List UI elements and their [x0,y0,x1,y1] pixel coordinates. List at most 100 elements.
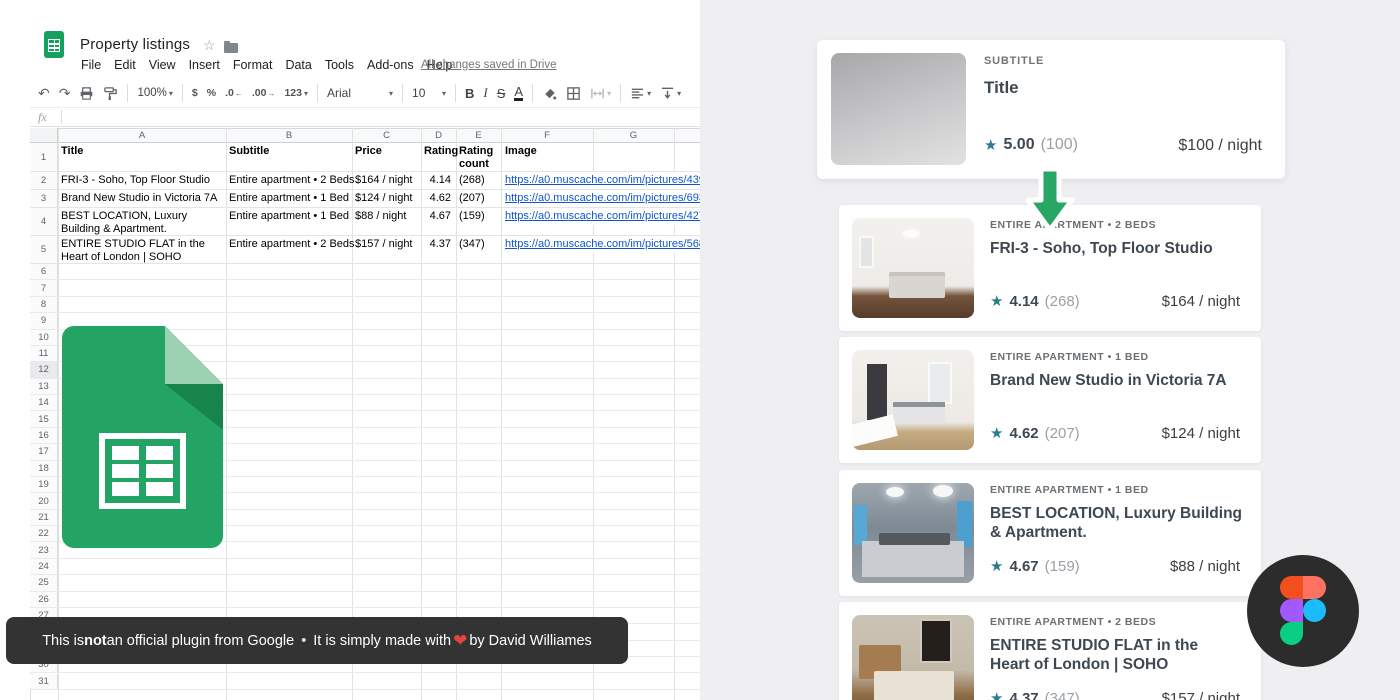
row-header[interactable]: 23 [30,542,58,558]
cell-title[interactable]: BEST LOCATION, Luxury Building & Apartme… [58,208,226,238]
listing-card[interactable]: ENTIRE APARTMENT • 1 BED Brand New Studi… [839,337,1261,463]
row-header[interactable]: 25 [30,575,58,591]
listing-card[interactable]: ENTIRE APARTMENT • 2 BEDS ENTIRE STUDIO … [839,602,1261,700]
cell-rating-header[interactable]: Rating [421,143,458,160]
row-header[interactable]: 12 [30,362,58,378]
row-header[interactable]: 7 [30,280,58,296]
menu-edit[interactable]: Edit [114,58,136,72]
menu-addons[interactable]: Add-ons [367,58,414,72]
menu-tools[interactable]: Tools [325,58,354,72]
cell-price[interactable]: $157 / night [352,236,421,253]
col-header-b[interactable]: B [226,129,352,143]
cell-price[interactable]: $88 / night [352,208,421,225]
text-color-button[interactable]: A [514,85,524,101]
col-header-g[interactable]: G [593,129,674,143]
row-header[interactable]: 18 [30,460,58,476]
cell-rating-count[interactable]: (347) [456,236,501,253]
borders-button[interactable] [566,86,581,101]
redo-button[interactable]: ↷ [59,85,71,102]
menu-insert[interactable]: Insert [189,58,220,72]
cell-rating[interactable]: 4.37 [421,236,454,253]
cell-image-header[interactable]: Image [502,143,594,160]
select-all-corner[interactable] [30,128,58,143]
row-header[interactable]: 4 [30,208,58,235]
cell-image-link[interactable]: https://a0.muscache.com/im/pictures/6934… [502,190,700,207]
row-header[interactable]: 31 [30,673,58,689]
row-header[interactable]: 9 [30,313,58,329]
format-currency-button[interactable]: $ [192,87,198,99]
cell-subtitle[interactable]: Entire apartment • 2 Beds [226,172,355,189]
col-header-c[interactable]: C [352,129,421,143]
doc-title[interactable]: Property listings [80,36,190,53]
row-header[interactable]: 1 [30,143,58,171]
cell-image-link[interactable]: https://a0.muscache.com/im/pictures/4274… [502,208,700,225]
row-header[interactable]: 8 [30,296,58,313]
folder-icon[interactable] [224,41,238,53]
cell-title-header[interactable]: Title [58,143,226,160]
cell-title[interactable]: ENTIRE STUDIO FLAT in the Heart of Londo… [58,236,226,266]
fill-color-button[interactable] [542,86,557,101]
cell-rating-count[interactable]: (207) [456,190,501,207]
listing-card[interactable]: ENTIRE APARTMENT • 1 BED BEST LOCATION, … [839,470,1261,596]
cell-subtitle[interactable]: Entire apartment • 1 Bed [226,208,352,225]
cell-subtitle-header[interactable]: Subtitle [226,143,352,160]
template-card[interactable]: SUBTITLE Title ★ 5.00 (100) $100 / night [817,40,1285,179]
cell-subtitle[interactable]: Entire apartment • 1 Bed [226,190,352,207]
undo-button[interactable]: ↶ [38,85,50,102]
row-header[interactable]: 11 [30,345,58,362]
row-header[interactable]: 14 [30,395,58,411]
cell-price[interactable]: $164 / night [352,172,421,189]
cell-rating[interactable]: 4.62 [421,190,454,207]
merge-cells-button[interactable]: ▾ [590,86,611,101]
formula-bar[interactable]: fx [30,107,700,127]
increase-decimal-button[interactable]: .00 → [252,87,276,99]
col-header-e[interactable]: E [456,129,501,143]
bold-button[interactable]: B [465,86,474,101]
row-header[interactable]: 3 [30,190,58,207]
cell-rating[interactable]: 4.14 [421,172,454,189]
cell-rating-count[interactable]: (268) [456,172,501,189]
cell-price-header[interactable]: Price [352,143,421,160]
row-header[interactable]: 19 [30,476,58,493]
cell-title[interactable]: FRI-3 - Soho, Top Floor Studio [58,172,226,189]
row-header[interactable]: 13 [30,378,58,395]
decrease-decimal-button[interactable]: .0 ← [225,87,243,99]
col-header-f[interactable]: F [501,129,593,143]
row-header[interactable]: 16 [30,427,58,444]
row-header[interactable]: 24 [30,558,58,575]
format-percent-button[interactable]: % [207,87,216,99]
vertical-align-button[interactable]: ▾ [660,86,681,101]
row-header[interactable]: 20 [30,493,58,509]
star-favorite-icon[interactable]: ☆ [203,37,216,54]
row-header[interactable]: 10 [30,329,58,345]
col-header-a[interactable]: A [58,129,226,143]
cell-image-link[interactable]: https://a0.muscache.com/im/pictures/4399… [502,172,700,189]
row-header[interactable]: 5 [30,236,58,263]
cell-rating-count-header[interactable]: Rating count [456,143,501,173]
italic-button[interactable]: I [483,85,487,101]
col-header-d[interactable]: D [421,129,456,143]
print-button[interactable] [79,86,94,101]
menu-format[interactable]: Format [233,58,273,72]
row-header[interactable]: 2 [30,172,58,189]
zoom-select[interactable]: 100% ▾ [137,87,172,99]
menu-view[interactable]: View [149,58,176,72]
row-header[interactable]: 6 [30,264,58,280]
number-format-menu[interactable]: 123 ▾ [284,87,308,99]
row-header[interactable]: 15 [30,411,58,427]
cell-rating-count[interactable]: (159) [456,208,501,225]
paint-format-button[interactable] [103,86,118,101]
font-size-select[interactable]: 10 ▾ [412,86,446,100]
cell-subtitle[interactable]: Entire apartment • 2 Beds [226,236,355,253]
menu-file[interactable]: File [81,58,101,72]
row-header[interactable]: 17 [30,444,58,460]
row-header[interactable]: 26 [30,591,58,607]
row-header[interactable]: 21 [30,509,58,526]
horizontal-align-button[interactable]: ▾ [630,86,651,101]
save-status-link[interactable]: All changes saved in Drive [421,59,557,71]
menu-data[interactable]: Data [285,58,311,72]
cell-rating[interactable]: 4.67 [421,208,454,225]
strikethrough-button[interactable]: S [497,86,506,101]
cell-title[interactable]: Brand New Studio in Victoria 7A [58,190,226,207]
cell-price[interactable]: $124 / night [352,190,421,207]
